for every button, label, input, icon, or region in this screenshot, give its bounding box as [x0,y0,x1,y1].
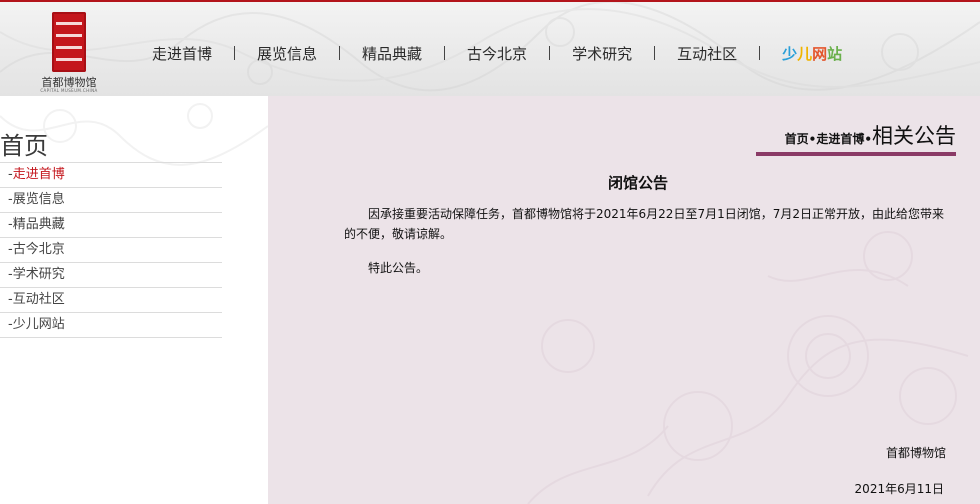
sidebar-item-label: 互动社区 [12,292,65,307]
notice-title: 闭馆公告 [607,174,668,192]
notice-paragraph: 特此公告。 [368,261,429,275]
nav-item-exhibitions[interactable]: 展览信息 [235,43,339,64]
sidebar-item-kids-site[interactable]: -少儿网站 [0,313,222,338]
sidebar-item-label: 古今北京 [12,242,65,257]
sidebar-item-label: 走进首博 [12,167,65,182]
breadcrumb-current: 相关公告 [872,124,956,148]
sidebar-item-research[interactable]: -学术研究 [0,263,222,288]
kids-char: 站 [827,44,843,63]
main-content: 首页•走进首博•相关公告 闭馆公告 因承接重要活动保障任务，首都博物馆将于202… [268,96,980,504]
breadcrumb: 首页•走进首博•相关公告 [785,120,956,150]
nav-item-research[interactable]: 学术研究 [550,43,654,64]
sidebar-item-label: 学术研究 [12,267,65,282]
notice-date: 2021年6月11日 [854,482,944,496]
decorative-floral-pattern [527,231,969,504]
nav-item-about[interactable]: 走进首博 [130,43,234,64]
site-header: 首都博物馆 CAPITAL MUSEUM.CHINA 走进首博 展览信息 精品典… [0,0,980,96]
sidebar-item-collections[interactable]: -精品典藏 [0,213,222,238]
nav-item-collections[interactable]: 精品典藏 [340,43,444,64]
breadcrumb-separator: • [864,132,872,146]
nav-item-community[interactable]: 互动社区 [655,43,759,64]
kids-char: 儿 [797,44,813,63]
sidebar-item-label: 展览信息 [12,192,65,207]
logo-subtext: CAPITAL MUSEUM.CHINA [40,88,98,93]
breadcrumb-home[interactable]: 首页 [785,132,809,146]
red-seal-emblem [52,12,86,72]
museum-logo[interactable]: 首都博物馆 CAPITAL MUSEUM.CHINA [36,8,102,93]
sidebar-menu: -走进首博 -展览信息 -精品典藏 -古今北京 -学术研究 -互动社区 -少儿网… [0,162,222,338]
kids-char: 少 [782,44,798,63]
sidebar-item-label: 精品典藏 [12,217,65,232]
nav-item-kids-site[interactable]: 少儿网站 [760,43,864,64]
sidebar-item-about[interactable]: -走进首博 [0,163,222,188]
breadcrumb-section[interactable]: 走进首博 [816,132,864,146]
main-nav: 走进首博 展览信息 精品典藏 古今北京 学术研究 互动社区 少儿网站 [130,40,864,66]
notice-signer: 首都博物馆 [885,446,946,460]
breadcrumb-underline [756,152,956,156]
sidebar-item-label: 少儿网站 [12,317,65,332]
sidebar-item-beijing[interactable]: -古今北京 [0,238,222,263]
sidebar: 首页 -走进首博 -展览信息 -精品典藏 -古今北京 -学术研究 -互动社区 -… [0,96,268,504]
nav-item-beijing[interactable]: 古今北京 [445,43,549,64]
sidebar-item-community[interactable]: -互动社区 [0,288,222,313]
sidebar-item-exhibitions[interactable]: -展览信息 [0,188,222,213]
kids-char: 网 [812,44,828,63]
notice-paragraph: 因承接重要活动保障任务，首都博物馆将于2021年6月22日至7月1日闭馆，7月2… [344,207,944,241]
sidebar-title: 首页 [0,132,48,160]
